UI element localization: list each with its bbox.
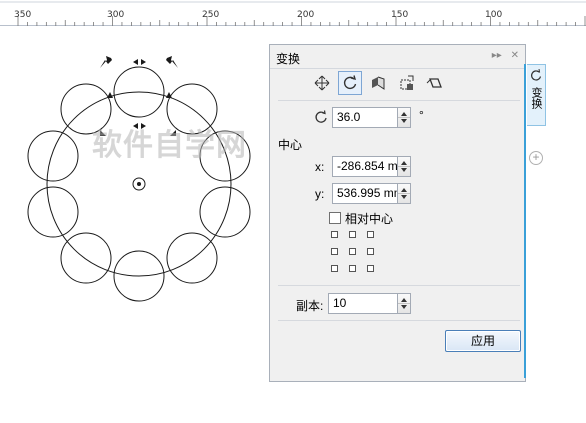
- anchor-bottom-left[interactable]: [331, 265, 338, 272]
- y-label: y:: [315, 187, 325, 201]
- rotation-angle-input[interactable]: 36.0: [332, 107, 398, 128]
- side-tab-label: 变换: [530, 87, 542, 109]
- center-y-spinner[interactable]: [397, 183, 411, 204]
- anchor-bottom-center[interactable]: [349, 265, 356, 272]
- degree-unit: °: [419, 108, 424, 122]
- center-x-input[interactable]: -286.854 mm: [332, 156, 398, 177]
- small-circle: [27, 130, 79, 182]
- position-icon: [314, 75, 330, 91]
- horizontal-ruler[interactable]: 350 300 250 200 150 100: [0, 0, 586, 26]
- anchor-middle-right[interactable]: [367, 248, 374, 255]
- docker-titlebar[interactable]: 变换 ▸▸ ✕: [270, 45, 525, 69]
- small-circle: [60, 232, 112, 284]
- small-circle: [166, 232, 218, 284]
- copies-input[interactable]: 10: [328, 293, 398, 314]
- divider: [278, 320, 520, 321]
- relative-center-label: 相对中心: [345, 212, 394, 226]
- rotate-icon: [531, 69, 542, 81]
- drawing-canvas[interactable]: 软件自学网: [0, 26, 270, 423]
- anchor-point-grid: [331, 231, 381, 281]
- anchor-bottom-right[interactable]: [367, 265, 374, 272]
- size-icon: [400, 75, 414, 90]
- center-x-spinner[interactable]: [397, 156, 411, 177]
- scale-mirror-icon: [372, 76, 385, 90]
- rotation-angle-icon: [315, 110, 327, 123]
- center-section-label: 中心: [278, 138, 303, 152]
- skew-icon: [426, 78, 442, 88]
- ruler-label: 350: [14, 10, 32, 20]
- position-tab[interactable]: [310, 71, 334, 95]
- size-tab[interactable]: [394, 71, 418, 95]
- small-circle: [27, 186, 79, 238]
- divider: [278, 100, 520, 101]
- anchor-top-left[interactable]: [331, 231, 338, 238]
- transform-toolbar: [310, 71, 450, 97]
- transform-docker: 变换 ▸▸ ✕ 36.0 ° 中心 x: -286.854 mm y: 536.…: [269, 44, 526, 382]
- close-icon[interactable]: ✕: [511, 50, 519, 61]
- ruler-label: 250: [202, 10, 220, 20]
- ruler-label: 300: [107, 10, 125, 20]
- anchor-center[interactable]: [349, 248, 356, 255]
- watermark-text: 软件自学网: [92, 128, 247, 163]
- small-circle: [199, 186, 251, 238]
- rotation-angle-spinner[interactable]: [397, 107, 411, 128]
- anchor-top-center[interactable]: [349, 231, 356, 238]
- anchor-top-right[interactable]: [367, 231, 374, 238]
- ruler-label: 200: [297, 10, 315, 20]
- docker-edge: [524, 64, 526, 378]
- scale-mirror-tab[interactable]: [366, 71, 390, 95]
- skew-tab[interactable]: [422, 71, 446, 95]
- circle-pattern-drawing[interactable]: [0, 26, 270, 423]
- copies-label: 副本:: [296, 299, 324, 313]
- rotate-tab[interactable]: [338, 71, 362, 95]
- anchor-middle-left[interactable]: [331, 248, 338, 255]
- ruler-label: 150: [391, 10, 409, 20]
- expand-icon[interactable]: ▸▸: [492, 50, 502, 61]
- divider: [278, 285, 520, 286]
- copies-spinner[interactable]: [397, 293, 411, 314]
- docker-title: 变换: [276, 52, 301, 66]
- center-y-input[interactable]: 536.995 mm: [332, 183, 398, 204]
- transform-side-tab[interactable]: 变换: [527, 64, 546, 126]
- apply-button[interactable]: 应用: [445, 330, 521, 352]
- relative-center-checkbox[interactable]: [329, 212, 341, 224]
- rotate-icon: [343, 75, 357, 90]
- ruler-label: 100: [485, 10, 503, 20]
- x-label: x:: [315, 160, 325, 174]
- add-docker-icon[interactable]: +: [529, 151, 543, 165]
